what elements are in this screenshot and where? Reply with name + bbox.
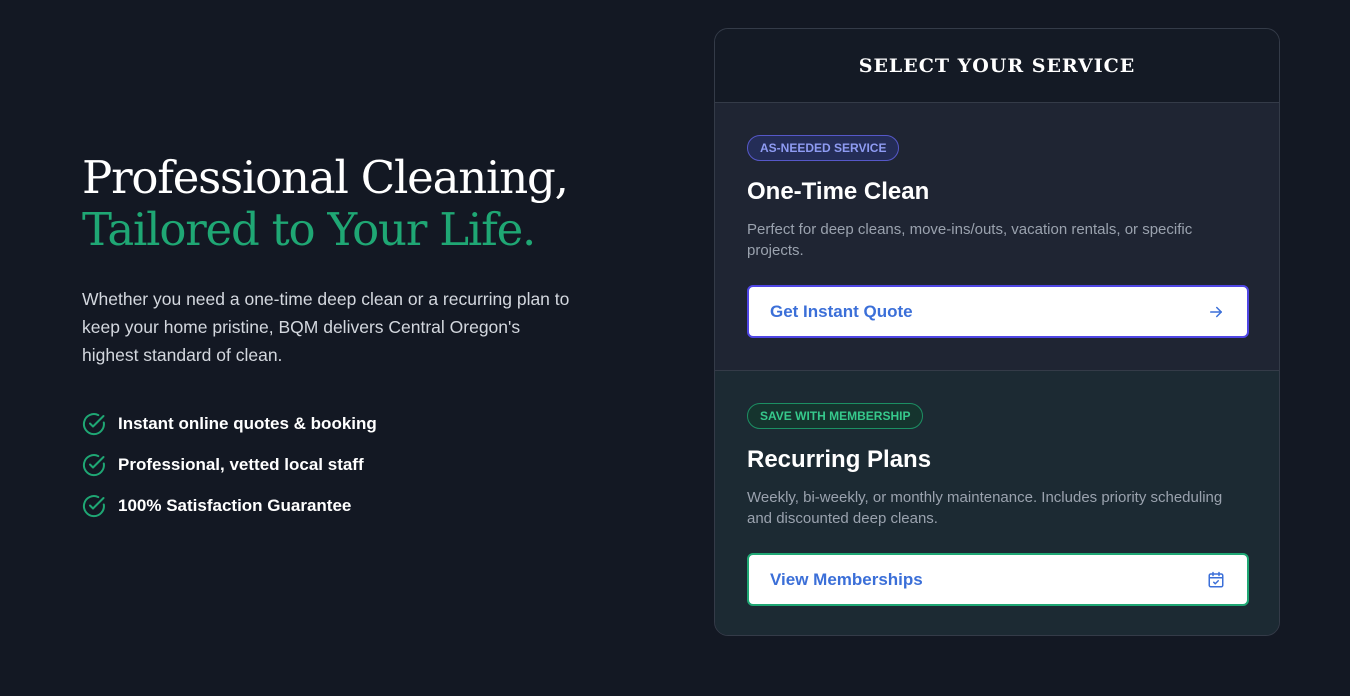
hero-title-line-2: Tailored to Your Life. [82,203,536,256]
cta-label: Get Instant Quote [770,301,913,321]
feature-item: 100% Satisfaction Guarantee [82,485,602,526]
option-heading: Recurring Plans [747,446,932,473]
view-memberships-button[interactable]: View Memberships [747,553,1249,606]
feature-label: 100% Satisfaction Guarantee [118,495,352,515]
feature-item: Instant online quotes & booking [82,403,602,444]
as-needed-badge: AS-NEEDED SERVICE [747,135,900,161]
option-description: Perfect for deep cleans, move-ins/outs, … [747,221,1193,259]
hero-description: Whether you need a one-time deep clean o… [82,289,570,365]
feature-item: Professional, vetted local staff [82,444,602,485]
hero-title: Professional Cleaning, Tailored to Your … [82,152,602,256]
feature-list: Instant online quotes & booking Professi… [82,403,602,526]
check-circle-icon [82,494,106,518]
option-one-time-clean: AS-NEEDED SERVICE One-Time Clean Perfect… [715,103,1279,371]
card-title: SELECT YOUR SERVICE [858,54,1136,77]
hero-title-line-1: Professional Cleaning, [82,151,569,204]
feature-label: Professional, vetted local staff [118,454,364,474]
membership-badge: SAVE WITH MEMBERSHIP [747,403,924,429]
option-recurring-plans: SAVE WITH MEMBERSHIP Recurring Plans Wee… [715,371,1279,635]
option-description: Weekly, bi-weekly, or monthly maintenanc… [747,489,1223,527]
service-selection-card: SELECT YOUR SERVICE AS-NEEDED SERVICE On… [714,28,1280,636]
calendar-check-icon [1207,571,1225,589]
get-instant-quote-button[interactable]: Get Instant Quote [747,285,1249,338]
card-header: SELECT YOUR SERVICE [715,29,1279,103]
arrow-right-icon [1207,303,1225,321]
option-heading: One-Time Clean [747,178,930,205]
check-circle-icon [82,412,106,436]
check-circle-icon [82,453,106,477]
hero-section: Professional Cleaning, Tailored to Your … [82,152,602,526]
feature-label: Instant online quotes & booking [118,413,377,433]
cta-label: View Memberships [770,569,923,589]
